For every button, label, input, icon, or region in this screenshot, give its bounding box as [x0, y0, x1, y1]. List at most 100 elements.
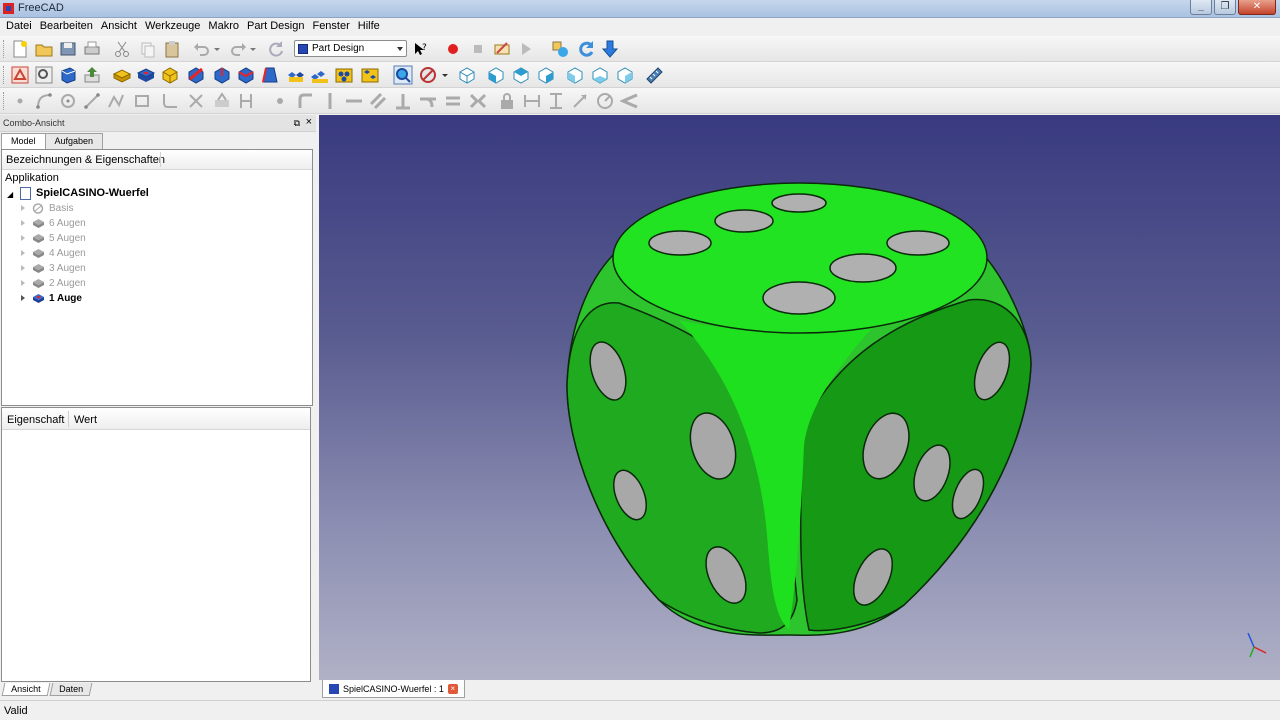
- new-document-icon[interactable]: [10, 39, 30, 59]
- expanded-triangle-icon[interactable]: ◢: [7, 190, 13, 199]
- fit-all-icon[interactable]: [393, 65, 413, 85]
- fillet-icon[interactable]: [212, 65, 232, 85]
- angle-constraint-icon[interactable]: [620, 91, 640, 111]
- draw-style-icon[interactable]: [418, 65, 438, 85]
- line-tool-icon[interactable]: [82, 91, 102, 111]
- print-icon[interactable]: [82, 39, 102, 59]
- value-column[interactable]: Wert: [74, 414, 97, 426]
- refresh-icon[interactable]: [266, 39, 286, 59]
- circle-tool-icon[interactable]: [58, 91, 78, 111]
- vertical-constraint-icon[interactable]: [320, 91, 340, 111]
- property-column[interactable]: Eigenschaft: [7, 414, 64, 426]
- view-sketch-icon[interactable]: [34, 65, 54, 85]
- trim-tool-icon[interactable]: [186, 91, 206, 111]
- edit-macro-icon[interactable]: [492, 39, 512, 59]
- right-view-icon[interactable]: [536, 65, 556, 85]
- horizontal-constraint-icon[interactable]: [344, 91, 364, 111]
- radius-constraint-icon[interactable]: [595, 91, 615, 111]
- draft-icon[interactable]: [260, 65, 280, 85]
- collapsed-triangle-icon[interactable]: [21, 220, 25, 226]
- collapsed-triangle-icon[interactable]: [21, 280, 25, 286]
- menu-makro[interactable]: Makro: [205, 18, 244, 36]
- toolbar-grip[interactable]: [3, 40, 6, 58]
- document-tab[interactable]: SpielCASINO-Wuerfel : 1 ×: [322, 680, 465, 698]
- column-divider[interactable]: [68, 411, 69, 427]
- coincident-constraint-icon[interactable]: [270, 91, 290, 111]
- perpendicular-constraint-icon[interactable]: [393, 91, 413, 111]
- leave-sketch-icon[interactable]: [82, 65, 102, 85]
- fillet-tool-icon[interactable]: [160, 91, 180, 111]
- record-macro-icon[interactable]: [443, 39, 463, 59]
- save-icon[interactable]: [58, 39, 78, 59]
- lock-constraint-icon[interactable]: [497, 91, 517, 111]
- bottom-view-icon[interactable]: [590, 65, 610, 85]
- measure-icon[interactable]: [644, 65, 664, 85]
- toolbar-grip[interactable]: [3, 66, 6, 84]
- addon-manager-icon[interactable]: [550, 39, 570, 59]
- collapsed-triangle-icon[interactable]: [21, 205, 25, 211]
- undo-dropdown-icon[interactable]: [212, 39, 222, 59]
- menu-datei[interactable]: Datei: [3, 18, 37, 36]
- menu-hilfe[interactable]: Hilfe: [355, 18, 385, 36]
- tab-daten[interactable]: Daten: [49, 683, 92, 696]
- stop-macro-icon[interactable]: [468, 39, 488, 59]
- arc-tool-icon[interactable]: [34, 91, 54, 111]
- restore-button[interactable]: ❐: [1214, 0, 1236, 15]
- tree-column-header[interactable]: Bezeichnungen & Eigenschaften: [2, 150, 312, 170]
- 3d-viewport[interactable]: [319, 115, 1280, 680]
- symmetric-constraint-icon[interactable]: [468, 91, 488, 111]
- dice-model[interactable]: [319, 115, 1280, 680]
- menu-werkzeuge[interactable]: Werkzeuge: [142, 18, 205, 36]
- top-view-icon[interactable]: [511, 65, 531, 85]
- isometric-view-icon[interactable]: [457, 65, 477, 85]
- front-view-icon[interactable]: [486, 65, 506, 85]
- vertical-distance-icon[interactable]: [546, 91, 566, 111]
- length-constraint-icon[interactable]: [570, 91, 590, 111]
- external-geometry-icon[interactable]: [212, 91, 232, 111]
- collapsed-triangle-icon[interactable]: [21, 265, 25, 271]
- multi-transform-icon[interactable]: [360, 65, 380, 85]
- tab-ansicht[interactable]: Ansicht: [1, 683, 50, 696]
- menu-bearbeiten[interactable]: Bearbeiten: [37, 18, 98, 36]
- construction-mode-icon[interactable]: [236, 91, 256, 111]
- mirrored-icon[interactable]: [286, 65, 306, 85]
- rectangle-tool-icon[interactable]: [132, 91, 152, 111]
- create-sketch-icon[interactable]: [10, 65, 30, 85]
- paste-icon[interactable]: [162, 39, 182, 59]
- draw-style-dropdown-icon[interactable]: [440, 65, 450, 85]
- pocket-icon[interactable]: [136, 65, 156, 85]
- tab-model[interactable]: Model: [1, 133, 46, 150]
- rear-view-icon[interactable]: [565, 65, 585, 85]
- collapsed-triangle-icon[interactable]: [21, 235, 25, 241]
- polar-pattern-icon[interactable]: [334, 65, 354, 85]
- linear-pattern-icon[interactable]: [310, 65, 330, 85]
- parallel-constraint-icon[interactable]: [368, 91, 388, 111]
- close-tab-icon[interactable]: ×: [447, 683, 458, 694]
- collapsed-triangle-icon[interactable]: [21, 250, 25, 256]
- revolution-icon[interactable]: [160, 65, 180, 85]
- groove-icon[interactable]: [186, 65, 206, 85]
- point-tool-icon[interactable]: [10, 91, 30, 111]
- equal-constraint-icon[interactable]: [443, 91, 463, 111]
- close-panel-icon[interactable]: ×: [306, 116, 312, 128]
- toolbar-grip[interactable]: [3, 92, 6, 110]
- run-macro-icon[interactable]: [516, 39, 536, 59]
- map-sketch-icon[interactable]: [58, 65, 78, 85]
- workbench-selector[interactable]: Part Design: [294, 40, 407, 57]
- sync-icon[interactable]: [576, 39, 596, 59]
- download-arrow-icon[interactable]: [600, 39, 620, 59]
- tangent-constraint-icon[interactable]: [418, 91, 438, 111]
- point-on-object-icon[interactable]: [295, 91, 315, 111]
- redo-icon[interactable]: [228, 39, 248, 59]
- minimize-button[interactable]: _: [1190, 0, 1212, 15]
- collapsed-triangle-icon[interactable]: [21, 295, 25, 301]
- undo-icon[interactable]: [192, 39, 212, 59]
- horizontal-distance-icon[interactable]: [522, 91, 542, 111]
- redo-dropdown-icon[interactable]: [248, 39, 258, 59]
- left-view-icon[interactable]: [615, 65, 635, 85]
- menu-fenster[interactable]: Fenster: [309, 18, 354, 36]
- cut-icon[interactable]: [112, 39, 132, 59]
- float-panel-icon[interactable]: ⧉: [294, 118, 300, 129]
- menu-part-design[interactable]: Part Design: [244, 18, 309, 36]
- pad-icon[interactable]: [112, 65, 132, 85]
